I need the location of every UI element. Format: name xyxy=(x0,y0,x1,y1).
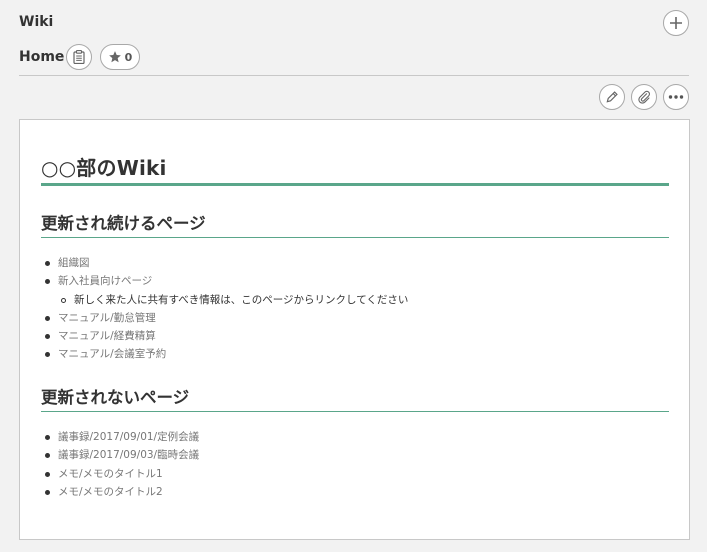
app-title: Wiki xyxy=(19,14,54,30)
page-name: Home xyxy=(19,49,65,65)
list-item[interactable]: メモ/メモのタイトル1 xyxy=(45,465,199,483)
link-text[interactable]: マニュアル/勤怠管理 xyxy=(58,312,156,324)
paperclip-icon xyxy=(638,90,650,104)
bullet xyxy=(45,261,50,266)
link-text[interactable]: 新入社員向けページ xyxy=(58,275,152,287)
bullet xyxy=(45,471,50,477)
sub-list: 新しく来た人に共有すべき情報は、このページからリンクしてください xyxy=(58,291,408,309)
wiki-title: ○○部のWiki xyxy=(41,156,167,180)
clipboard-icon xyxy=(73,50,85,64)
wiki-content-panel: ○○部のWiki 更新され続けるページ 組織図 新入社員向けページ 新しく来た人… xyxy=(19,119,690,540)
list-item[interactable]: マニュアル/経費精算 xyxy=(45,327,408,345)
link-text[interactable]: マニュアル/会議室予約 xyxy=(58,348,166,360)
bullet xyxy=(45,334,50,340)
star-icon xyxy=(108,51,121,63)
star-button[interactable]: 0 xyxy=(100,44,140,70)
list-item[interactable]: マニュアル/勤怠管理 xyxy=(45,309,408,327)
section-heading: 更新されないページ xyxy=(41,388,190,407)
star-count: 0 xyxy=(124,50,133,64)
bullet xyxy=(45,489,50,495)
more-button[interactable] xyxy=(663,84,689,110)
title-underline xyxy=(41,183,669,186)
clipboard-button[interactable] xyxy=(66,44,92,70)
section-heading: 更新され続けるページ xyxy=(41,214,206,233)
page-list: 組織図 新入社員向けページ 新しく来た人に共有すべき情報は、このページからリンク… xyxy=(45,254,408,364)
link-text[interactable]: メモ/メモのタイトル2 xyxy=(58,486,163,498)
pencil-icon xyxy=(606,91,618,103)
plus-icon xyxy=(670,17,682,29)
bullet xyxy=(45,352,50,358)
link-text[interactable]: メモ/メモのタイトル1 xyxy=(58,468,163,480)
list-item[interactable]: 議事録/2017/09/01/定例会議 xyxy=(45,428,199,446)
link-text[interactable]: マニュアル/経費精算 xyxy=(58,330,156,342)
bullet xyxy=(45,435,50,440)
link-text[interactable]: 組織図 xyxy=(58,257,90,269)
list-item[interactable]: 組織図 xyxy=(45,254,408,272)
section-underline xyxy=(41,411,669,412)
bullet xyxy=(45,315,50,321)
bullet xyxy=(61,297,66,303)
edit-button[interactable] xyxy=(599,84,625,110)
header-divider xyxy=(19,75,689,76)
list-item[interactable]: メモ/メモのタイトル2 xyxy=(45,483,199,501)
sub-list-item: 新しく来た人に共有すべき情報は、このページからリンクしてください xyxy=(61,291,409,309)
section-underline xyxy=(41,237,669,238)
more-icon xyxy=(668,95,684,99)
bullet xyxy=(45,453,50,459)
page-list: 議事録/2017/09/01/定例会議 議事録/2017/09/03/臨時会議 … xyxy=(45,428,199,501)
note-text: 新しく来た人に共有すべき情報は、このページからリンクしてください xyxy=(74,293,409,306)
list-item[interactable]: 新入社員向けページ 新しく来た人に共有すべき情報は、このページからリンクしてくだ… xyxy=(45,272,408,309)
link-text[interactable]: 議事録/2017/09/01/定例会議 xyxy=(58,431,199,443)
attach-button[interactable] xyxy=(631,84,657,110)
add-page-button[interactable] xyxy=(663,10,689,36)
bullet xyxy=(45,279,50,285)
list-item[interactable]: マニュアル/会議室予約 xyxy=(45,345,408,363)
link-text[interactable]: 議事録/2017/09/03/臨時会議 xyxy=(58,449,199,461)
list-item[interactable]: 議事録/2017/09/03/臨時会議 xyxy=(45,446,199,464)
